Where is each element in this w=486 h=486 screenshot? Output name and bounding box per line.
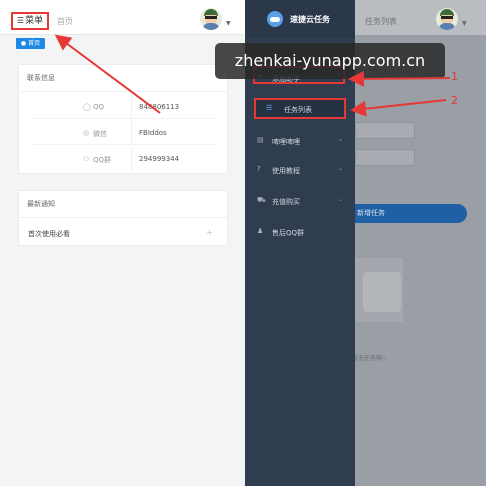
chevron-down-icon: ⌄ (337, 165, 343, 172)
contact-row-qq-group: ⚇ QQ群 294999344 (33, 147, 217, 171)
sidebar-item-task-list[interactable]: ☰ 任务列表 (256, 100, 344, 117)
sidebar-item-tutorial[interactable]: ? 使用教程 ⌄ (245, 159, 355, 181)
contact-title: 联系信息 (19, 65, 227, 92)
wechat-value: FBIddos (139, 129, 167, 137)
new-task-button[interactable]: 新增任务 (355, 204, 467, 223)
qq-value: 848806113 (139, 103, 180, 111)
chevron-down-icon: ⌄ (337, 196, 343, 203)
filter-input[interactable] (355, 122, 415, 139)
notice-item[interactable]: 首次使用必看 (28, 229, 70, 239)
chevron-down-icon[interactable]: ▼ (226, 20, 231, 27)
cloud-logo-icon (267, 11, 283, 27)
breadcrumb[interactable]: 首页 (57, 16, 73, 27)
list-icon: ☰ (266, 104, 273, 112)
menu-label: 菜单 (25, 16, 44, 26)
sidebar-item-support[interactable]: ♟ 售后QQ群 (245, 221, 355, 243)
contact-row-qq: ◯ QQ 848806113 (33, 95, 217, 119)
chevron-down-icon[interactable]: ▼ (462, 20, 467, 27)
app-title: 速捷云任务 (290, 15, 330, 24)
left-panel: ☰菜单 首页 ▼ ● 首页 联系信息 ◯ QQ 848806113 ◎ 微信 F… (0, 0, 245, 486)
avatar[interactable] (200, 8, 222, 30)
cart-icon: ⛟ (257, 196, 266, 204)
chevron-down-icon: ⌄ (337, 136, 343, 143)
empty-text: 暂无任务哦~ (352, 355, 388, 362)
doc-icon: ▤ (257, 136, 264, 144)
right-breadcrumb[interactable]: 任务列表 (365, 16, 397, 27)
notice-card: 最新通知 首次使用必看 + (18, 190, 228, 246)
empty-illustration (355, 258, 403, 322)
top-bar: ☰菜单 首页 ▼ (0, 0, 245, 35)
annotation-label-2: 2 (451, 94, 458, 107)
headset-icon: ♟ (257, 227, 264, 235)
watermark: zhenkai-yunapp.com.cn (215, 43, 445, 79)
qq-group-value: 294999344 (139, 155, 180, 163)
sidebar-header: 速捷云任务 (245, 0, 355, 38)
hamburger-icon: ☰ (16, 16, 25, 25)
qq-icon: ◯ (83, 103, 91, 111)
avatar[interactable] (436, 8, 458, 30)
wechat-icon: ◎ (83, 129, 90, 137)
group-icon: ⚇ (83, 155, 90, 163)
contact-row-wechat: ◎ 微信 FBIddos (33, 121, 217, 145)
question-icon: ? (257, 165, 261, 173)
annotation-label-1: 1 (451, 70, 458, 83)
contact-card: 联系信息 ◯ QQ 848806113 ◎ 微信 FBIddos ⚇ QQ群 2… (18, 64, 228, 174)
notice-title: 最新通知 (19, 191, 227, 218)
tab-home[interactable]: ● 首页 (16, 38, 45, 49)
menu-button[interactable]: ☰菜单 (11, 12, 49, 30)
filter-input[interactable] (355, 149, 415, 166)
sidebar-item-recharge[interactable]: ⛟ 充值购买 ⌄ (245, 190, 355, 212)
sidebar-item-bilibili[interactable]: ▤ 啤哩啤哩 ⌄ (245, 130, 355, 152)
expand-icon[interactable]: + (206, 228, 213, 237)
